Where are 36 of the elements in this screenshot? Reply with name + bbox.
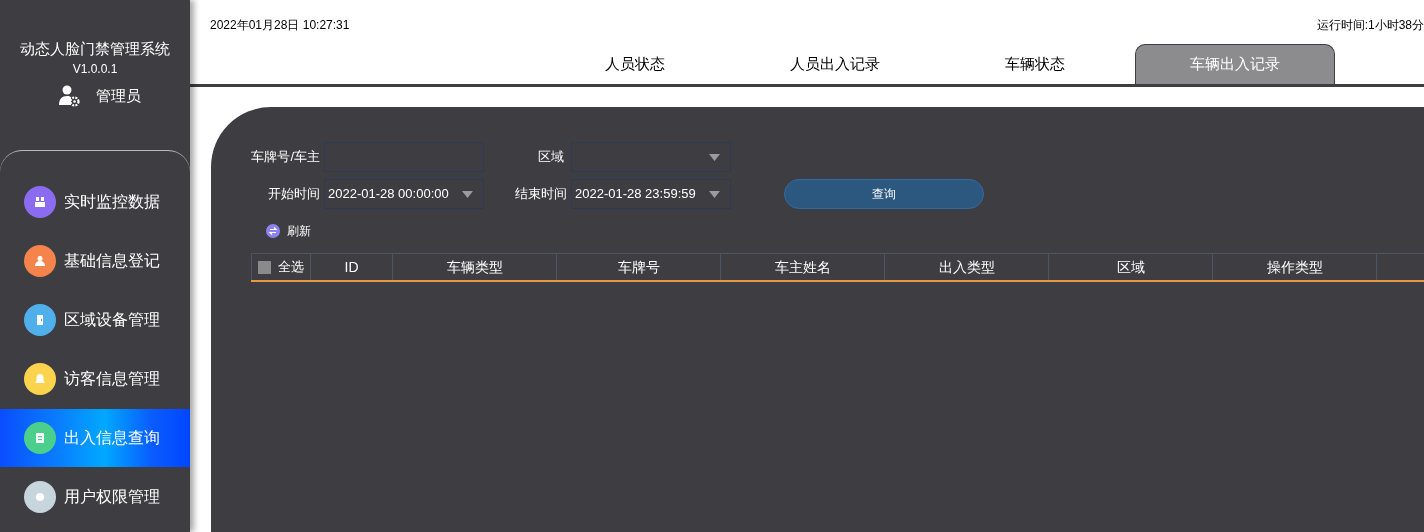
tab[interactable]: 人员出入记录 [735, 44, 935, 84]
caret-icon [709, 153, 720, 161]
menu-item[interactable]: 区域设备管理 [0, 290, 190, 349]
menu-item[interactable]: 实时监控数据 [0, 172, 190, 231]
app-title: 动态人脸门禁管理系统 [19, 39, 171, 59]
start-time-dropdown[interactable]: 2022-01-28 00:00:00 [324, 179, 484, 209]
caret-icon [709, 190, 720, 198]
column-header: 区域 [1049, 254, 1213, 280]
field-label: 区域 [537, 148, 565, 167]
tab[interactable]: 车辆状态 [935, 44, 1135, 84]
tab[interactable]: 人员状态 [535, 44, 735, 84]
column-header: 车辆类型 [393, 254, 557, 280]
version-label: V1.0.0.1 [71, 61, 119, 77]
area-dropdown[interactable] [571, 142, 731, 172]
user-settings-icon [57, 85, 80, 108]
column-header: 操作类型 [1213, 254, 1377, 280]
select-all-checkbox[interactable] [258, 260, 271, 274]
query-button[interactable]: 查询 [784, 179, 984, 209]
end-time-dropdown[interactable]: 2022-01-28 23:59:59 [571, 179, 731, 209]
refresh-icon [266, 224, 280, 238]
field-label: 车牌号/车主 [251, 148, 321, 167]
column-header: 出入类型 [885, 254, 1049, 280]
menu-item[interactable]: 基础信息登记 [0, 231, 190, 290]
menu-item[interactable]: 用户权限管理 [0, 467, 190, 526]
field-label: 结束时间 [514, 185, 568, 204]
caret-icon [462, 190, 473, 198]
column-header: ID [311, 254, 393, 280]
select-all-label: 全选 [278, 258, 304, 277]
datetime-label: 2022年01月28日 10:27:31 [210, 17, 350, 33]
column-header: 车主姓名 [721, 254, 885, 280]
field-label: 开始时间 [267, 185, 321, 204]
refresh-button[interactable]: 刷新 [266, 221, 311, 241]
user-name: 管理员 [95, 86, 141, 106]
menu-item[interactable]: 访客信息管理 [0, 349, 190, 408]
runtime-label: 运行时间:1小时38分 [1316, 17, 1424, 33]
column-header: 车牌号 [557, 254, 721, 280]
